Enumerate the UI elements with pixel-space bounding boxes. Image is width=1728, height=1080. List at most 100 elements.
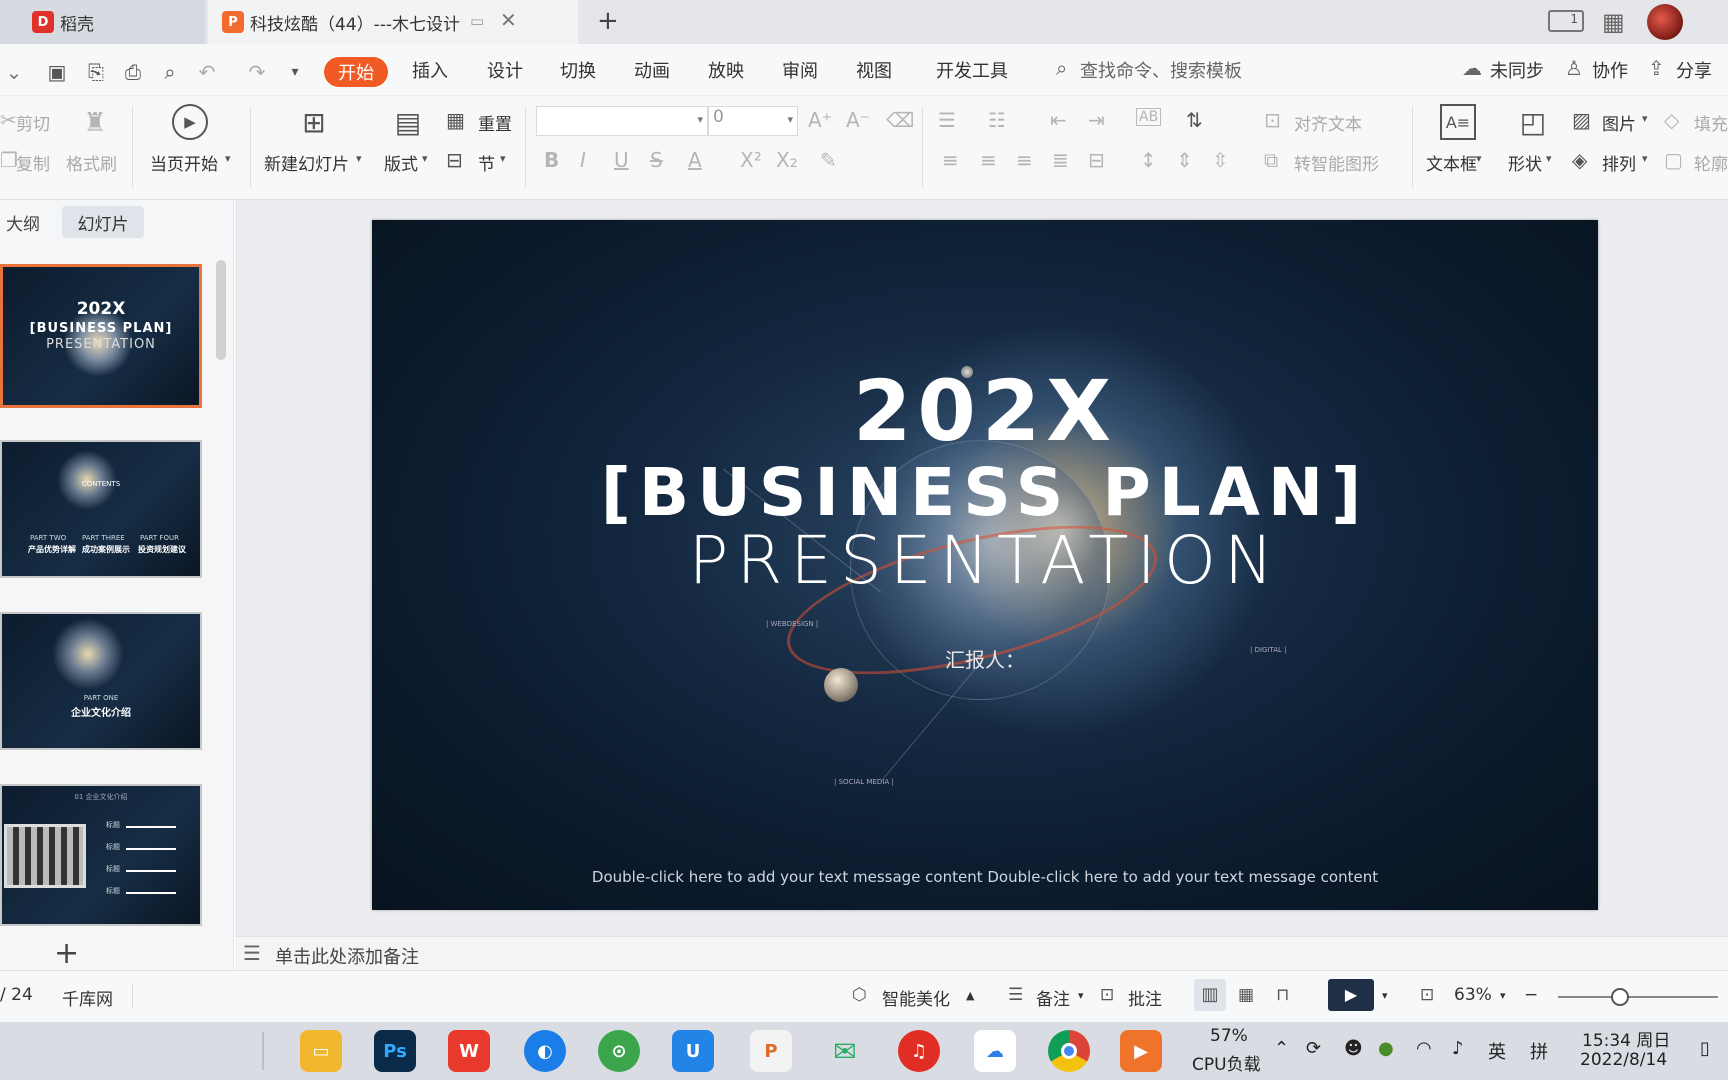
show-desktop-icon[interactable]: ▯ bbox=[1700, 1038, 1710, 1059]
chevron-up-icon[interactable]: ▲ bbox=[966, 989, 974, 1002]
slide-year[interactable]: 202X bbox=[372, 362, 1598, 460]
indent-icon[interactable]: ⇥ bbox=[1088, 108, 1105, 132]
save-icon[interactable]: ▣ bbox=[43, 58, 71, 86]
chevron-up-icon[interactable]: ⌃ bbox=[1274, 1038, 1289, 1059]
numbered-list-icon[interactable]: ☷ bbox=[988, 108, 1006, 132]
cut-button[interactable]: 剪切 bbox=[16, 110, 50, 135]
fill-icon[interactable]: ◇ bbox=[1664, 108, 1679, 132]
smartart-button[interactable]: 转智能图形 bbox=[1294, 150, 1379, 175]
zoom-out-icon[interactable]: − bbox=[1524, 985, 1538, 1005]
cloud-sync-icon[interactable]: ☁ bbox=[1462, 56, 1482, 80]
fill-button[interactable]: 填充 bbox=[1694, 110, 1728, 135]
collapse-chevron-icon[interactable]: ⌄ bbox=[0, 58, 28, 86]
reading-view-icon[interactable]: ⊓ bbox=[1276, 985, 1289, 1005]
share-icon[interactable]: ⇪ bbox=[1648, 56, 1665, 80]
text-direction-icon[interactable]: AB bbox=[1136, 108, 1162, 126]
wifi-icon[interactable]: ◠ bbox=[1416, 1038, 1432, 1059]
smartart-icon[interactable]: ⧉ bbox=[1264, 148, 1278, 172]
normal-view-icon[interactable]: ▥ bbox=[1194, 979, 1226, 1011]
current-slide[interactable]: | WEBDESIGN | | DIGITAL | | SOCIAL MEDIA… bbox=[372, 220, 1598, 910]
menu-slideshow[interactable]: 放映 bbox=[708, 57, 744, 83]
sync-tray-icon[interactable]: ⟳ bbox=[1306, 1038, 1321, 1059]
align-text-button[interactable]: 对齐文本 bbox=[1294, 110, 1362, 135]
slide-thumbnail-4[interactable]: 01 企业文化介绍 标题 标题 标题 标题 bbox=[0, 784, 202, 926]
outline-icon[interactable]: ▢ bbox=[1664, 148, 1683, 172]
distribute-icon[interactable]: ⊟ bbox=[1088, 148, 1105, 172]
dropdown-arrow-icon[interactable]: ▾ bbox=[422, 152, 428, 165]
green-app-icon[interactable]: ⊙ bbox=[598, 1030, 640, 1072]
qq-icon[interactable]: ☻ bbox=[1344, 1038, 1363, 1059]
clear-format-icon[interactable]: ⌫ bbox=[886, 108, 914, 132]
format-painter-icon[interactable]: ♜ bbox=[80, 106, 110, 140]
print-icon[interactable]: ⎙ bbox=[119, 58, 147, 86]
underline-icon[interactable]: U bbox=[614, 148, 629, 172]
line-spacing-icon[interactable]: ↕ bbox=[1140, 148, 1157, 172]
share-button[interactable]: 分享 bbox=[1676, 57, 1712, 83]
dropdown-arrow-icon[interactable]: ▾ bbox=[1382, 989, 1388, 1002]
align-text-icon[interactable]: ⊡ bbox=[1264, 108, 1281, 132]
dropdown-arrow-icon[interactable]: ▾ bbox=[1642, 152, 1648, 165]
font-color-icon[interactable]: A bbox=[688, 148, 702, 172]
notes-toggle-icon[interactable]: ☰ bbox=[1008, 985, 1023, 1005]
slide-thumbnail-2[interactable]: CONTENTS PART TWO PART THREE PART FOUR 产… bbox=[0, 440, 202, 578]
font-name-select[interactable]: ▾ bbox=[536, 106, 708, 136]
wps-icon[interactable]: W bbox=[448, 1030, 490, 1072]
clock-time[interactable]: 15:34 周日 bbox=[1582, 1026, 1670, 1051]
new-slide-icon[interactable]: ⊞ bbox=[296, 104, 332, 140]
textbox-icon[interactable]: A≡ bbox=[1440, 104, 1476, 140]
dropdown-arrow-icon[interactable]: ▾ bbox=[1500, 989, 1506, 1002]
italic-icon[interactable]: I bbox=[580, 148, 586, 172]
layout-icon[interactable]: ▤ bbox=[390, 104, 426, 140]
sync-status[interactable]: 未同步 bbox=[1490, 57, 1544, 83]
dropdown-arrow-icon[interactable]: ▾ bbox=[1078, 989, 1084, 1002]
dropdown-arrow-icon[interactable]: ▾ bbox=[500, 152, 506, 165]
grid-view-button-icon[interactable]: ▦ bbox=[1238, 985, 1254, 1005]
search-icon[interactable]: ⌕ bbox=[1056, 56, 1067, 80]
tray-green-icon[interactable]: ● bbox=[1378, 1038, 1394, 1059]
beautify-icon[interactable]: ⬡ bbox=[852, 985, 867, 1005]
file-explorer-icon[interactable]: ▭ bbox=[300, 1030, 342, 1072]
menu-design[interactable]: 设计 bbox=[487, 57, 523, 83]
tab-docer[interactable]: D 稻壳 bbox=[0, 0, 205, 44]
menu-transition[interactable]: 切换 bbox=[560, 57, 596, 83]
slide-thumbnail-3[interactable]: PART ONE 企业文化介绍 bbox=[0, 612, 202, 750]
decrease-font-icon[interactable]: A⁻ bbox=[846, 108, 870, 132]
cut-icon[interactable]: ✂ bbox=[0, 108, 17, 132]
bullet-list-icon[interactable]: ☰ bbox=[938, 108, 956, 132]
menu-review[interactable]: 审阅 bbox=[782, 57, 818, 83]
add-slide-button[interactable]: + bbox=[54, 936, 79, 971]
menu-view[interactable]: 视图 bbox=[856, 57, 892, 83]
collab-icon[interactable]: ♙ bbox=[1565, 56, 1583, 80]
align-center-icon[interactable]: ≡ bbox=[980, 148, 997, 172]
justify-icon[interactable]: ≣ bbox=[1052, 148, 1069, 172]
slide-thumbnail-1[interactable]: 202X [BUSINESS PLAN] PRESENTATION bbox=[0, 264, 202, 408]
presentation-app-icon[interactable]: P bbox=[750, 1030, 792, 1072]
dropdown-arrow-icon[interactable]: ▾ bbox=[225, 152, 231, 165]
reset-icon[interactable]: ▦ bbox=[446, 108, 465, 132]
paragraph-spacing-icon[interactable]: ⇕ bbox=[1176, 148, 1193, 172]
customize-icon[interactable]: ▾ bbox=[281, 58, 309, 86]
comment-icon[interactable]: ⊡ bbox=[1100, 985, 1114, 1005]
netease-music-icon[interactable]: ♫ bbox=[898, 1030, 940, 1072]
superscript-icon[interactable]: X² bbox=[740, 148, 762, 172]
slide-reporter[interactable]: 汇报人： bbox=[372, 644, 1598, 673]
volume-icon[interactable]: ♪ bbox=[1452, 1038, 1464, 1059]
shape-button[interactable]: 形状 bbox=[1508, 150, 1542, 175]
wps-presentation-icon[interactable]: ▶ bbox=[1120, 1030, 1162, 1072]
zoom-slider-thumb[interactable] bbox=[1611, 988, 1629, 1006]
subscript-icon[interactable]: X₂ bbox=[776, 148, 798, 172]
shape-icon[interactable]: ◰ bbox=[1514, 104, 1552, 140]
notes-toggle-button[interactable]: 备注 bbox=[1036, 985, 1070, 1010]
wechat-icon[interactable]: ✉ bbox=[824, 1030, 866, 1072]
align-left-icon[interactable]: ≡ bbox=[942, 148, 959, 172]
increase-font-icon[interactable]: A⁺ bbox=[808, 108, 832, 132]
new-slide-button[interactable]: 新建幻灯片 bbox=[264, 150, 349, 175]
tab-presentation[interactable]: P 科技炫酷（44）---木七设计 ▭ ✕ bbox=[208, 0, 578, 44]
play-slideshow-button[interactable]: ▶ bbox=[1328, 979, 1374, 1011]
outline-button[interactable]: 轮廓 bbox=[1694, 150, 1728, 175]
photoshop-icon[interactable]: Ps bbox=[374, 1030, 416, 1072]
tab-outline[interactable]: 大纲 bbox=[6, 210, 40, 235]
slide-title[interactable]: [BUSINESS PLAN] bbox=[372, 454, 1598, 531]
print-preview-icon[interactable]: ⌕ bbox=[156, 58, 184, 86]
panel-scrollbar[interactable] bbox=[216, 260, 226, 360]
